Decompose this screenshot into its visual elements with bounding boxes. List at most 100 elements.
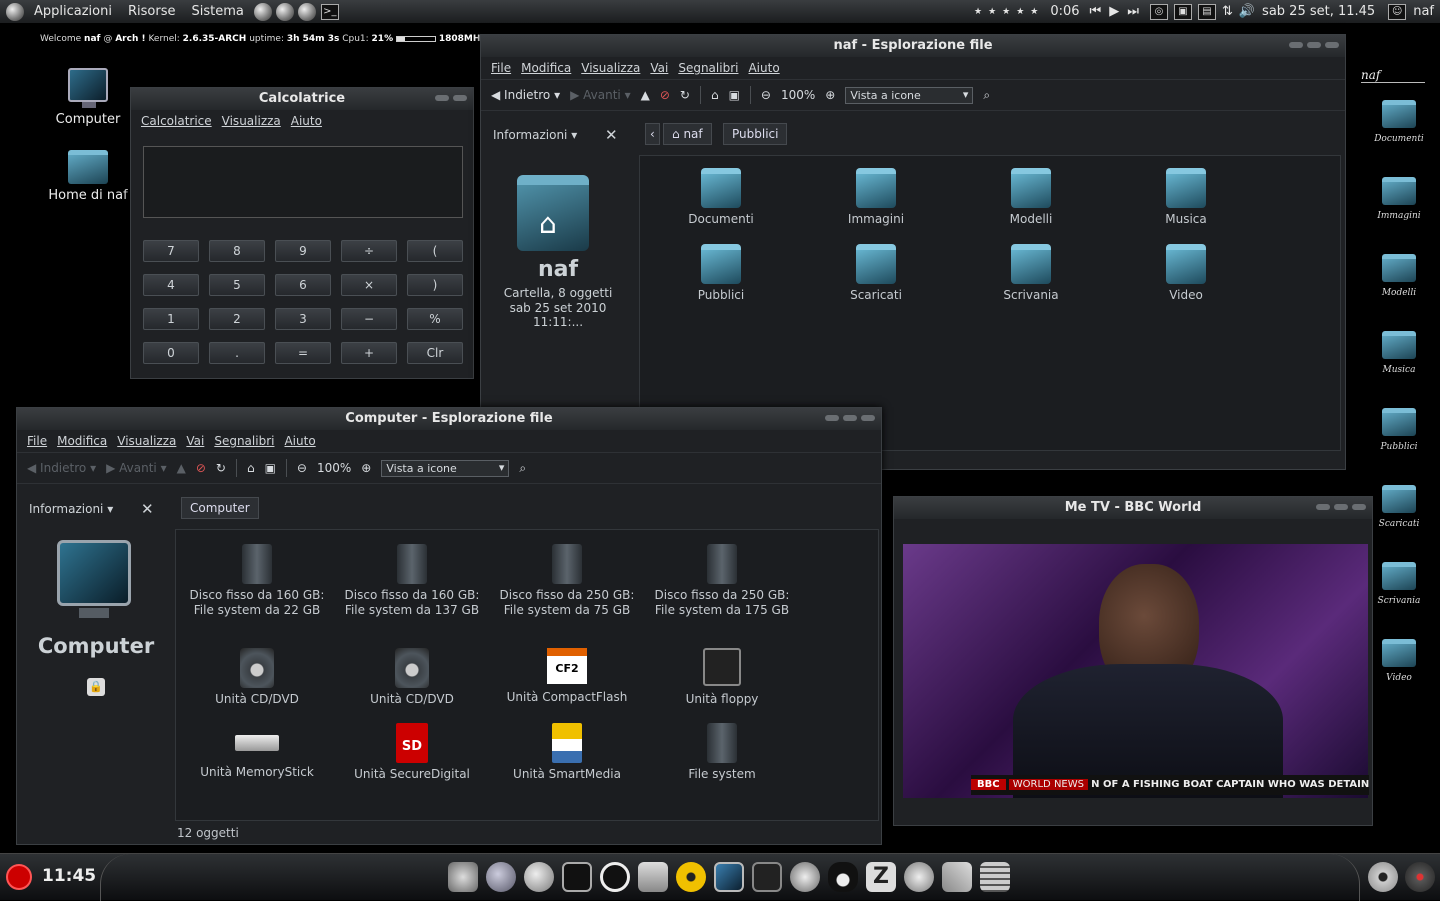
- calc-button[interactable]: 2: [209, 308, 265, 330]
- calc-button[interactable]: 4: [143, 274, 199, 296]
- drive-item[interactable]: Unità SmartMedia: [492, 723, 642, 782]
- window-list-icon[interactable]: ▤: [1197, 3, 1216, 20]
- drive-item[interactable]: File system: [647, 723, 797, 782]
- gnome-foot-icon[interactable]: [448, 862, 478, 892]
- drive-item[interactable]: Unità CD/DVD: [182, 648, 332, 707]
- drive-item[interactable]: Unità floppy: [647, 648, 797, 707]
- crumb-pubblici[interactable]: Pubblici: [723, 123, 788, 145]
- calc-menu-aiuto[interactable]: Aiuto: [291, 114, 322, 128]
- thunderbird-icon[interactable]: [524, 862, 554, 892]
- zoom-out-icon[interactable]: ⊖: [297, 461, 307, 475]
- desktop-computer-icon[interactable]: Computer: [38, 68, 138, 127]
- settings-gear-icon[interactable]: [1368, 862, 1398, 892]
- calc-button[interactable]: +: [341, 342, 397, 364]
- comp-menu-vai[interactable]: Vai: [186, 434, 204, 448]
- naf-menu-file[interactable]: File: [491, 61, 511, 75]
- hand-icon[interactable]: [904, 862, 934, 892]
- trash-icon[interactable]: [1405, 862, 1435, 892]
- right-dock-item[interactable]: Pubblici: [1359, 408, 1439, 452]
- comp-sidebar-header[interactable]: Informazioni ▾: [29, 502, 113, 516]
- desktop-home-icon[interactable]: Home di naf: [38, 150, 138, 203]
- naf-menu-segnalibri[interactable]: Segnalibri: [678, 61, 738, 75]
- calc-button[interactable]: ×: [341, 274, 397, 296]
- right-dock-item[interactable]: Immagini: [1359, 177, 1439, 221]
- monitor-icon[interactable]: [714, 862, 744, 892]
- search-icon[interactable]: ⌕: [519, 461, 526, 476]
- user-name[interactable]: naf: [1413, 4, 1434, 19]
- package-icon[interactable]: [638, 862, 668, 892]
- stop-icon[interactable]: ⊘: [660, 88, 670, 102]
- calculator-icon[interactable]: [980, 862, 1010, 892]
- zoom-in-icon[interactable]: ⊕: [825, 88, 835, 102]
- comp-menu-file[interactable]: File: [27, 434, 47, 448]
- naf-view-mode-select[interactable]: Vista a icone: [845, 86, 974, 104]
- menu-sistema[interactable]: Sistema: [183, 4, 251, 19]
- calc-button[interactable]: .: [209, 342, 265, 364]
- maximize-button[interactable]: [843, 415, 857, 421]
- gnome-foot-icon[interactable]: [6, 2, 24, 21]
- crumb-naf[interactable]: ⌂ naf: [663, 123, 712, 145]
- notify-icon[interactable]: ◎: [1149, 3, 1168, 20]
- home-icon[interactable]: ⌂: [247, 461, 255, 475]
- drive-item[interactable]: Disco fisso da 160 GB: File system da 22…: [182, 544, 332, 618]
- tv-video-frame[interactable]: [903, 544, 1368, 798]
- tools-icon[interactable]: [942, 862, 972, 892]
- calc-button[interactable]: 8: [209, 240, 265, 262]
- calculator-titlebar[interactable]: Calcolatrice: [131, 88, 473, 110]
- right-dock-item[interactable]: Scrivania: [1359, 562, 1439, 606]
- drive-item[interactable]: Unità CD/DVD: [337, 648, 487, 707]
- calc-button[interactable]: −: [341, 308, 397, 330]
- menu-applicazioni[interactable]: Applicazioni: [26, 4, 120, 19]
- stop-icon[interactable]: ⊘: [196, 461, 206, 475]
- naf-forward-button[interactable]: ▶ Avanti ▾: [570, 88, 631, 102]
- comp-zoom-level[interactable]: 100%: [317, 461, 351, 475]
- reload-icon[interactable]: ↻: [216, 461, 226, 475]
- folder-item[interactable]: Modelli: [956, 168, 1106, 227]
- crumb-back-arrow[interactable]: ‹: [645, 123, 660, 145]
- calc-button[interactable]: Clr: [407, 342, 463, 364]
- calc-button[interactable]: 5: [209, 274, 265, 296]
- calc-button[interactable]: 7: [143, 240, 199, 262]
- firefox-icon[interactable]: [486, 862, 516, 892]
- comp-menu-modifica[interactable]: Modifica: [57, 434, 107, 448]
- right-dock-item[interactable]: Video: [1359, 639, 1439, 683]
- drive-item[interactable]: CF2 Unità CompactFlash: [492, 648, 642, 705]
- minimize-button[interactable]: [1289, 42, 1303, 48]
- naf-menu-visualizza[interactable]: Visualizza: [581, 61, 640, 75]
- close-button[interactable]: [453, 95, 467, 101]
- play-icon[interactable]: ▶: [1109, 4, 1119, 19]
- reload-icon[interactable]: ↻: [680, 88, 690, 102]
- computer-icon[interactable]: ▣: [729, 88, 740, 102]
- clock[interactable]: sab 25 set, 11.45: [1262, 4, 1375, 19]
- next-track-icon[interactable]: ⏭: [1127, 4, 1139, 19]
- computer-icon[interactable]: ▣: [265, 461, 276, 475]
- radiation-icon[interactable]: [676, 862, 706, 892]
- maximize-button[interactable]: [1307, 42, 1321, 48]
- comp-forward-button[interactable]: ▶ Avanti ▾: [106, 461, 167, 475]
- bird-icon[interactable]: [790, 862, 820, 892]
- calc-button[interactable]: ÷: [341, 240, 397, 262]
- comp-view-mode-select[interactable]: Vista a icone: [381, 459, 510, 477]
- folder-item[interactable]: Video: [1111, 244, 1261, 303]
- naf-menu-vai[interactable]: Vai: [650, 61, 668, 75]
- folder-item[interactable]: Musica: [1111, 168, 1261, 227]
- home-icon[interactable]: ⌂: [711, 88, 719, 102]
- comp-menu-visualizza[interactable]: Visualizza: [117, 434, 176, 448]
- right-dock-item[interactable]: Musica: [1359, 331, 1439, 375]
- right-dock-item[interactable]: Modelli: [1359, 254, 1439, 298]
- up-arrow-icon[interactable]: ▲: [177, 461, 186, 475]
- calc-button[interactable]: 3: [275, 308, 331, 330]
- naf-titlebar[interactable]: naf - Esplorazione file: [481, 35, 1345, 57]
- user-avatar-icon[interactable]: ☺: [1388, 3, 1407, 20]
- calc-menu-visualizza[interactable]: Visualizza: [222, 114, 281, 128]
- firefox-icon[interactable]: [275, 2, 294, 21]
- folder-item[interactable]: Immagini: [801, 168, 951, 227]
- minimize-button[interactable]: [1316, 504, 1330, 510]
- calc-button[interactable]: 1: [143, 308, 199, 330]
- drive-item[interactable]: Unità MemoryStick: [182, 723, 332, 780]
- calculator-display[interactable]: [143, 146, 463, 218]
- zoom-out-icon[interactable]: ⊖: [761, 88, 771, 102]
- folder-item[interactable]: Pubblici: [646, 244, 796, 303]
- drive-item[interactable]: Disco fisso da 250 GB: File system da 75…: [492, 544, 642, 618]
- folder-item[interactable]: Scaricati: [801, 244, 951, 303]
